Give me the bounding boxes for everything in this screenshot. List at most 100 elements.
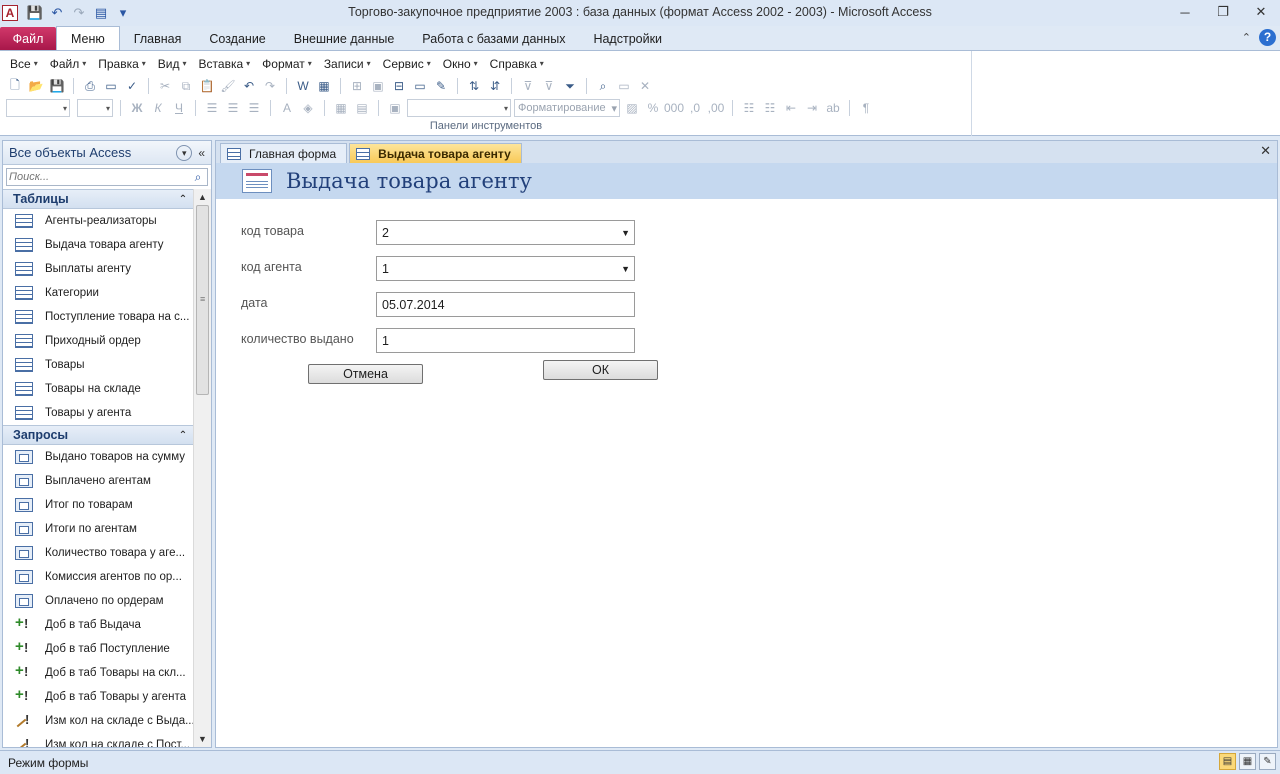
menu-insert[interactable]: Вставка	[193, 55, 257, 72]
scroll-down-icon[interactable]: ▼	[194, 731, 211, 747]
nav-pane-header[interactable]: Все объекты Access ▾ «	[3, 141, 211, 165]
decrease-decimal-icon[interactable]: ,00	[707, 99, 725, 117]
ok-button[interactable]: ОК	[543, 360, 658, 380]
tab-menu[interactable]: Меню	[56, 26, 120, 50]
design-view-button-icon[interactable]: ✎	[1259, 753, 1276, 770]
close-button[interactable]: ✕	[1242, 0, 1280, 24]
bold-icon[interactable]: Ж	[128, 99, 146, 117]
currency-icon[interactable]: ▨	[623, 99, 641, 117]
nav-menu-chevron-icon[interactable]: ▾	[176, 144, 193, 161]
nav-query-item[interactable]: Выплачено агентам	[3, 469, 193, 493]
chevron-down-icon[interactable]: ▼	[621, 228, 630, 238]
highlight-icon[interactable]: ✎	[432, 77, 450, 95]
tab-external-data[interactable]: Внешние данные	[280, 27, 409, 50]
menu-view[interactable]: Вид	[152, 55, 193, 72]
relationships-icon[interactable]: ⊞	[348, 77, 366, 95]
tab-database-tools[interactable]: Работа с базами данных	[408, 27, 579, 50]
font-size-combo[interactable]: ▾	[77, 99, 113, 117]
nav-table-item[interactable]: Товары	[3, 353, 193, 377]
nav-query-item[interactable]: Выдано товаров на сумму	[3, 445, 193, 469]
layout-view-button-icon[interactable]: ▦	[1239, 753, 1256, 770]
date-field[interactable]: 05.07.2014	[376, 292, 635, 317]
nav-group-tables[interactable]: Таблицы ⌃	[3, 189, 193, 209]
object-icon[interactable]: ▣	[386, 99, 404, 117]
cancel-button[interactable]: Отмена	[308, 364, 423, 384]
print-preview-icon[interactable]: ▭	[102, 77, 120, 95]
italic-icon[interactable]: К	[149, 99, 167, 117]
tab-home[interactable]: Главная	[120, 27, 196, 50]
collapse-group-icon[interactable]: ⌃	[173, 430, 193, 441]
product-code-combo[interactable]: 2 ▼	[376, 220, 635, 245]
quantity-issued-field[interactable]: 1	[376, 328, 635, 353]
increase-indent-icon[interactable]: ⇥	[803, 99, 821, 117]
nav-table-item[interactable]: Выдача товара агенту	[3, 233, 193, 257]
nav-group-queries[interactable]: Запросы ⌃	[3, 425, 193, 445]
spelling-icon[interactable]: ✓	[123, 77, 141, 95]
align-center-icon[interactable]: ☰	[224, 99, 242, 117]
find-icon[interactable]: ⌕	[594, 77, 612, 95]
subform-icon[interactable]: ⊟	[390, 77, 408, 95]
minimize-ribbon-icon[interactable]: ⌃	[1242, 31, 1251, 44]
nav-query-item[interactable]: Изм кол на складе с Выда...	[3, 709, 193, 733]
apply-filter-icon[interactable]: ⏷	[561, 77, 579, 95]
save-toolbar-icon[interactable]: 💾	[48, 77, 66, 95]
nav-table-item[interactable]: Категории	[3, 281, 193, 305]
doc-tab-goods-issue[interactable]: Выдача товара агенту	[349, 143, 522, 163]
delete-record-icon[interactable]: ✕	[636, 77, 654, 95]
special-effect-icon[interactable]: ▤	[353, 99, 371, 117]
chevron-down-icon[interactable]: ▼	[621, 264, 630, 274]
menu-all[interactable]: Все	[4, 55, 44, 72]
menu-records[interactable]: Записи	[318, 55, 377, 72]
redo-toolbar-icon[interactable]: ↷	[261, 77, 279, 95]
nav-query-item[interactable]: Итоги по агентам	[3, 517, 193, 541]
nav-table-item[interactable]: Товары на складе	[3, 377, 193, 401]
office-links-icon[interactable]: W	[294, 77, 312, 95]
format-painter-icon[interactable]: 🖌	[219, 77, 237, 95]
properties-icon[interactable]: ▣	[369, 77, 387, 95]
menu-format[interactable]: Формат	[256, 55, 318, 72]
nav-search-input[interactable]	[7, 171, 189, 183]
nav-query-item[interactable]: Количество товара у аге...	[3, 541, 193, 565]
open-icon[interactable]: 📂	[27, 77, 45, 95]
search-icon[interactable]: ⌕	[189, 170, 207, 185]
decrease-indent-icon[interactable]: ⇤	[782, 99, 800, 117]
tab-add-ins[interactable]: Надстройки	[579, 27, 676, 50]
form-view-button-icon[interactable]: ▤	[1219, 753, 1236, 770]
menu-help[interactable]: Справка	[484, 55, 550, 72]
filter-by-form-icon[interactable]: ⊽	[540, 77, 558, 95]
gridlines-icon[interactable]: ▦	[332, 99, 350, 117]
sort-ascending-icon[interactable]: ⇅	[465, 77, 483, 95]
undo-toolbar-icon[interactable]: ↶	[240, 77, 258, 95]
menu-tools[interactable]: Сервис	[377, 55, 437, 72]
nav-table-item[interactable]: Поступление товара на с...	[3, 305, 193, 329]
new-record-icon[interactable]: ▭	[615, 77, 633, 95]
paragraph-icon[interactable]: ¶	[857, 99, 875, 117]
copy-icon[interactable]: ⧉	[177, 77, 195, 95]
nav-query-item[interactable]: Итог по товарам	[3, 493, 193, 517]
nav-query-item[interactable]: Доб в таб Товары на скл...	[3, 661, 193, 685]
analyze-icon[interactable]: ▦	[315, 77, 333, 95]
print-icon[interactable]: ⎙	[81, 77, 99, 95]
align-left-icon[interactable]: ☰	[203, 99, 221, 117]
sort-descending-icon[interactable]: ⇵	[486, 77, 504, 95]
bullets-icon[interactable]: ☷	[740, 99, 758, 117]
agent-code-combo[interactable]: 1 ▼	[376, 256, 635, 281]
nav-query-item[interactable]: Доб в таб Выдача	[3, 613, 193, 637]
nav-query-item[interactable]: Доб в таб Товары у агента	[3, 685, 193, 709]
percent-icon[interactable]: %	[644, 99, 662, 117]
underline-icon[interactable]: Ч	[170, 99, 188, 117]
comma-style-icon[interactable]: 000	[664, 99, 684, 117]
paste-icon[interactable]: 📋	[198, 77, 216, 95]
nav-table-item[interactable]: Приходный ордер	[3, 329, 193, 353]
nav-table-item[interactable]: Выплаты агенту	[3, 257, 193, 281]
back-color-icon[interactable]: ◈	[299, 99, 317, 117]
nav-query-item[interactable]: Доб в таб Поступление	[3, 637, 193, 661]
text-direction-icon[interactable]: ab	[824, 99, 842, 117]
increase-decimal-icon[interactable]: ,0	[686, 99, 704, 117]
scroll-up-icon[interactable]: ▲	[194, 189, 211, 205]
scrollbar-thumb[interactable]	[196, 205, 209, 395]
nav-query-item[interactable]: Изм кол на складе с Пост...	[3, 733, 193, 747]
fill-color-icon[interactable]: ▭	[411, 77, 429, 95]
font-name-combo[interactable]: ▾	[6, 99, 70, 117]
nav-query-item[interactable]: Оплачено по ордерам	[3, 589, 193, 613]
